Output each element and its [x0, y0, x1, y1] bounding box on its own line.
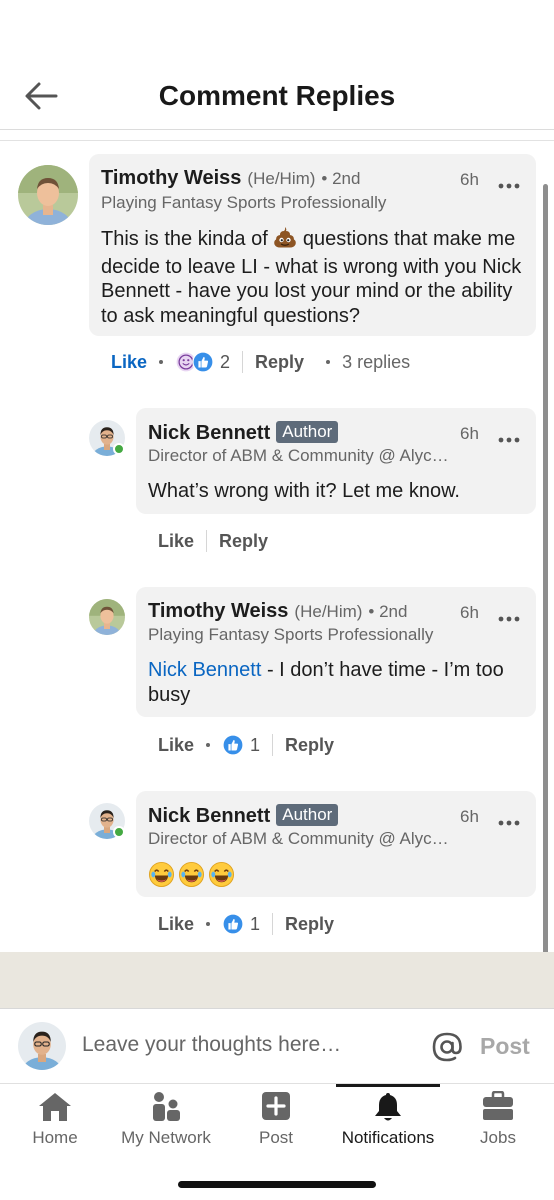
vertical-divider — [206, 530, 208, 552]
comment-actions: Like Reply — [158, 528, 268, 554]
commenter-headline: Director of ABM & Community @ Alyc… — [148, 446, 449, 465]
comment-time: 6h — [460, 807, 479, 826]
like-reaction-icon — [222, 734, 244, 756]
comment-actions: Like 1 Reply — [158, 911, 334, 937]
comment-input[interactable]: Leave your thoughts here… — [82, 1033, 341, 1057]
commenter-name[interactable]: Nick Bennett Author — [148, 804, 339, 828]
comment-bubble: Timothy Weiss (He/Him) • 2nd 6h Playing Fa… — [136, 587, 536, 717]
like-reaction-icon — [192, 351, 214, 373]
my-avatar[interactable] — [18, 1022, 66, 1070]
nav-label: My Network — [121, 1128, 211, 1147]
commenter-name[interactable]: Timothy Weiss (He/Him) • 2nd — [148, 600, 407, 623]
comment-bubble: Nick Bennett Author 6h Director of ABM & … — [136, 791, 536, 897]
more-options-icon[interactable] — [498, 430, 520, 436]
nav-my-network[interactable]: My Network — [108, 1084, 224, 1160]
comment-time: 6h — [460, 170, 479, 189]
like-button[interactable]: Like — [158, 735, 194, 756]
replies-count-link[interactable]: 3 replies — [342, 352, 410, 373]
home-indicator[interactable] — [178, 1181, 376, 1188]
nav-notifications[interactable]: Notifications — [330, 1084, 446, 1160]
reply-button[interactable]: Reply — [255, 352, 304, 373]
commenter-headline: Playing Fantasy Sports Professionally — [148, 625, 434, 644]
like-reaction-icon — [222, 913, 244, 935]
comment-time: 6h — [460, 424, 479, 443]
vertical-divider — [242, 351, 244, 373]
header: Comment Replies — [0, 0, 554, 130]
reply-button[interactable]: Reply — [219, 531, 268, 552]
nav-post[interactable]: Post — [236, 1084, 316, 1160]
avatar[interactable] — [89, 599, 125, 635]
connection-degree: • 2nd — [368, 602, 408, 621]
reactions[interactable]: 1 — [222, 913, 260, 935]
divider — [0, 140, 554, 141]
comment-text: Nick Bennett - I don’t have time - I’m t… — [148, 659, 504, 706]
comment-text: This is the kinda of questions that make… — [101, 226, 522, 327]
vertical-divider — [272, 913, 274, 935]
more-options-icon[interactable] — [498, 609, 520, 615]
page-title: Comment Replies — [158, 80, 396, 111]
nav-label: Home — [32, 1128, 78, 1147]
more-options-icon[interactable] — [498, 176, 520, 182]
laughing-emoji-icon — [208, 861, 235, 888]
poop-emoji-icon — [273, 226, 297, 255]
commenter-headline: Director of ABM & Community @ Alyc… — [148, 829, 449, 848]
bell-icon — [371, 1091, 405, 1128]
briefcase-icon — [482, 1090, 514, 1126]
reaction-count: 2 — [220, 351, 231, 372]
home-icon — [37, 1091, 73, 1128]
reaction-count: 1 — [250, 913, 261, 934]
vertical-divider — [272, 734, 274, 756]
nav-label: Post — [258, 1128, 294, 1147]
author-badge: Author — [276, 804, 339, 826]
reactions[interactable]: 1 — [222, 734, 260, 756]
comment-actions: Like 1 Reply — [158, 732, 334, 758]
comment-text — [148, 861, 235, 888]
content-footer-band — [0, 952, 554, 1008]
laughing-emoji-icon — [148, 861, 175, 888]
nav-jobs[interactable]: Jobs — [458, 1084, 538, 1160]
comment-actions: Like 2 Reply 3 replies — [111, 349, 410, 375]
separator-dot — [206, 922, 211, 926]
commenter-headline: Playing Fantasy Sports Professionally — [101, 193, 387, 212]
separator-dot — [326, 360, 331, 364]
compose-bar: Leave your thoughts here… Post — [0, 1008, 554, 1084]
scrollbar[interactable] — [543, 184, 548, 1004]
more-options-icon[interactable] — [498, 813, 520, 819]
comment-bubble: Nick Bennett Author 6h Director of ABM & … — [136, 408, 536, 514]
like-button[interactable]: Like — [158, 914, 194, 935]
laughing-emoji-icon — [178, 861, 205, 888]
author-badge: Author — [276, 421, 339, 443]
mention-link[interactable]: Nick Bennett — [148, 659, 261, 681]
connection-degree: • 2nd — [321, 169, 361, 188]
online-status-indicator — [113, 443, 125, 455]
comment-text: What’s wrong with it? Let me know. — [148, 480, 460, 502]
reply-button[interactable]: Reply — [285, 914, 334, 935]
like-button[interactable]: Like — [111, 352, 147, 373]
nav-label: Notifications — [341, 1128, 435, 1147]
pronouns: (He/Him) — [247, 169, 316, 188]
commenter-name[interactable]: Timothy Weiss (He/Him) • 2nd — [101, 167, 360, 190]
reply-button[interactable]: Reply — [285, 735, 334, 756]
separator-dot — [159, 360, 164, 364]
nav-home[interactable]: Home — [10, 1084, 100, 1160]
avatar[interactable] — [18, 165, 78, 225]
mention-at-icon[interactable] — [430, 1030, 464, 1064]
reactions[interactable]: 2 — [175, 351, 230, 373]
nav-label: Jobs — [480, 1128, 516, 1147]
like-button[interactable]: Like — [158, 531, 194, 552]
comment-bubble: Timothy Weiss (He/Him) • 2nd 6h Playing Fa… — [89, 154, 536, 336]
pronouns: (He/Him) — [294, 602, 363, 621]
comment-time: 6h — [460, 603, 479, 622]
reaction-count: 1 — [250, 734, 261, 755]
separator-dot — [206, 743, 211, 747]
online-status-indicator — [113, 826, 125, 838]
network-icon — [149, 1091, 183, 1128]
post-plus-icon — [261, 1091, 291, 1126]
post-button[interactable]: Post — [480, 1033, 530, 1060]
commenter-name[interactable]: Nick Bennett Author — [148, 421, 339, 445]
